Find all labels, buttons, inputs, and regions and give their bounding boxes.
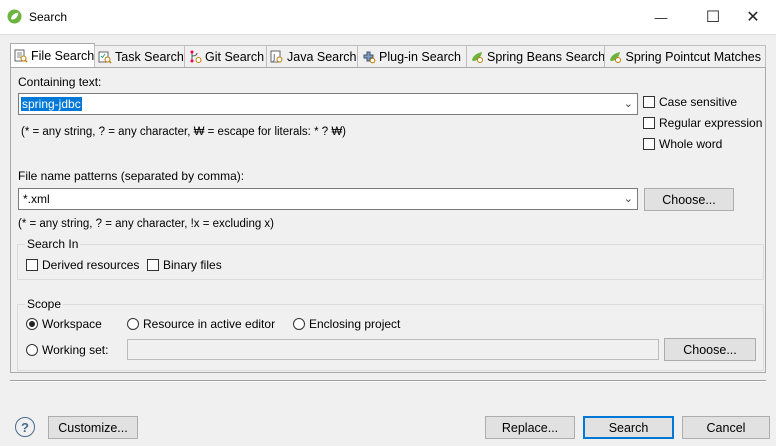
button-label: Search <box>608 420 649 435</box>
window-title: Search <box>29 10 68 24</box>
plugin-search-icon <box>361 49 376 64</box>
radio-circle[interactable] <box>26 344 38 356</box>
workspace-radio[interactable]: Workspace <box>26 317 102 331</box>
tab-spring-pointcut-matches[interactable]: Spring Pointcut Matches <box>604 45 766 67</box>
cancel-button[interactable]: Cancel <box>682 416 770 439</box>
tab-label: Task Search <box>115 49 184 64</box>
containing-text-label: Containing text: <box>18 75 102 89</box>
tab-java-search[interactable]: J Java Search <box>266 45 358 67</box>
scope-group <box>17 304 764 371</box>
close-icon: ✕ <box>746 9 760 26</box>
tab-label: Spring Pointcut Matches <box>625 49 762 64</box>
whole-word-checkbox[interactable]: Whole word <box>643 137 722 151</box>
checkbox-label: Derived resources <box>42 258 140 272</box>
tab-file-search[interactable]: File Search <box>10 43 95 68</box>
working-set-choose-button[interactable]: Choose... <box>664 338 756 361</box>
containing-text-hint: (* = any string, ? = any character, ₩ = … <box>21 126 347 138</box>
tab-label: Plug-in Search <box>379 49 461 64</box>
checkbox-box[interactable] <box>26 259 38 271</box>
spring-beans-search-icon <box>470 49 484 64</box>
radio-label: Enclosing project <box>309 317 401 331</box>
scope-title: Scope <box>25 297 64 311</box>
tab-label: Spring Beans Search <box>487 49 606 64</box>
enclosing-project-radio[interactable]: Enclosing project <box>293 317 400 331</box>
case-sensitive-checkbox[interactable]: Case sensitive <box>643 95 737 109</box>
tab-task-search[interactable]: Task Search <box>94 45 185 67</box>
checkbox-label: Regular expression <box>659 116 763 130</box>
footer-separator <box>10 380 766 382</box>
file-patterns-hint: (* = any string, ? = any character, !x =… <box>18 218 275 230</box>
button-label: Choose... <box>683 342 737 357</box>
tab-label: File Search <box>31 49 95 63</box>
button-label: Customize... <box>58 420 128 435</box>
search-tabs: File Search Task Search Git Search J Jav… <box>10 43 766 68</box>
minimize-button[interactable]: — <box>638 0 684 34</box>
replace-button[interactable]: Replace... <box>485 416 575 439</box>
search-button[interactable]: Search <box>583 416 674 439</box>
tab-spring-beans-search[interactable]: Spring Beans Search <box>466 45 605 67</box>
task-search-icon <box>98 49 112 64</box>
checkbox-box[interactable] <box>643 117 655 129</box>
radio-label: Working set: <box>42 343 109 357</box>
maximize-icon: ☐ <box>705 9 721 26</box>
help-icon: ? <box>21 419 29 435</box>
spring-pointcut-icon <box>608 49 623 64</box>
git-search-icon <box>188 49 202 64</box>
checkbox-box[interactable] <box>643 96 655 108</box>
chevron-down-icon[interactable]: ⌄ <box>624 97 633 110</box>
tab-label: Git Search <box>205 49 265 64</box>
binary-files-checkbox[interactable]: Binary files <box>147 258 222 272</box>
working-set-field <box>127 339 659 360</box>
button-label: Replace... <box>501 420 559 435</box>
regular-expression-checkbox[interactable]: Regular expression <box>643 116 762 130</box>
title-bar: Search — ☐ ✕ <box>0 0 776 35</box>
customize-button[interactable]: Customize... <box>48 416 138 439</box>
close-button[interactable]: ✕ <box>730 0 776 34</box>
search-in-title: Search In <box>25 237 81 251</box>
svg-text:J: J <box>272 53 275 62</box>
tab-plugin-search[interactable]: Plug-in Search <box>357 45 467 67</box>
minimize-icon: — <box>654 9 668 25</box>
checkbox-box[interactable] <box>147 259 159 271</box>
working-set-radio[interactable]: Working set: <box>26 343 108 357</box>
containing-text-combo[interactable]: spring-jdbc ⌄ <box>18 93 638 115</box>
tab-label: Java Search <box>287 49 357 64</box>
tab-git-search[interactable]: Git Search <box>184 45 267 67</box>
checkbox-label: Case sensitive <box>659 95 738 109</box>
file-patterns-value: *.xml <box>23 192 50 206</box>
checkbox-label: Binary files <box>163 258 222 272</box>
radio-label: Workspace <box>42 317 102 331</box>
help-button[interactable]: ? <box>15 417 35 437</box>
button-label: Cancel <box>706 420 746 435</box>
file-patterns-combo[interactable]: *.xml ⌄ <box>18 188 638 210</box>
containing-text-value: spring-jdbc <box>21 97 82 111</box>
radio-circle[interactable] <box>26 318 38 330</box>
chevron-down-icon[interactable]: ⌄ <box>624 192 633 205</box>
button-label: Choose... <box>662 192 716 207</box>
radio-dot <box>29 321 35 327</box>
java-search-icon: J <box>270 49 284 64</box>
checkbox-label: Whole word <box>659 137 723 151</box>
checkbox-box[interactable] <box>643 138 655 150</box>
radio-circle[interactable] <box>127 318 139 330</box>
spring-app-icon <box>7 9 22 27</box>
active-editor-radio[interactable]: Resource in active editor <box>127 317 275 331</box>
file-patterns-choose-button[interactable]: Choose... <box>644 188 734 211</box>
radio-circle[interactable] <box>293 318 305 330</box>
radio-label: Resource in active editor <box>143 317 276 331</box>
file-search-icon <box>14 49 28 64</box>
derived-resources-checkbox[interactable]: Derived resources <box>26 258 139 272</box>
file-patterns-label: File name patterns (separated by comma): <box>18 169 245 183</box>
